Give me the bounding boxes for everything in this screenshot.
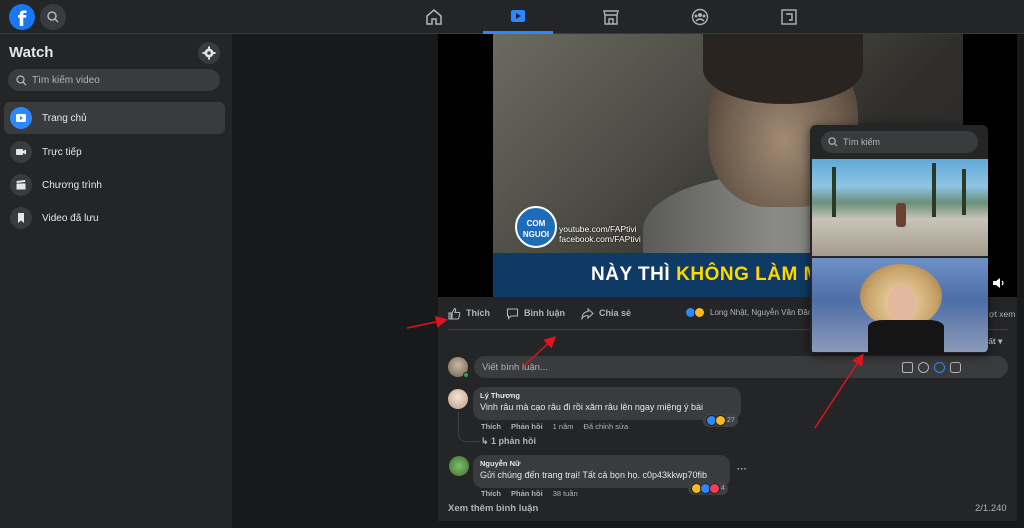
marketplace-icon — [603, 10, 619, 25]
page-title: Watch — [9, 44, 54, 61]
settings-button[interactable] — [198, 42, 220, 64]
comment-like-link[interactable]: Thích — [481, 489, 501, 498]
comment-meta: Thích Phản hồi 1 năm Đã chỉnh sửa — [481, 422, 628, 431]
palm-tree — [832, 167, 836, 217]
tab-home[interactable] — [399, 0, 469, 34]
edited-label: Đã chỉnh sửa — [583, 422, 629, 431]
sidebar-item-label: Trực tiếp — [42, 146, 82, 158]
comment-reply-link[interactable]: Phản hồi — [511, 489, 543, 498]
palm-tree — [932, 163, 936, 217]
comment-bubble: Lý Thương Vinh râu mà cạo râu đi rồi xăm… — [473, 387, 741, 420]
thumbs-up-icon — [448, 307, 461, 320]
sidebar-item-shows[interactable]: Chương trình — [4, 169, 225, 201]
haha-reaction-icon — [694, 307, 705, 318]
post-actions: Thích Bình luận Chia sẻ — [448, 303, 631, 323]
attach-sticker-icon[interactable] — [950, 361, 961, 373]
sticker-icon[interactable] — [902, 361, 913, 373]
watch-sidebar: Watch Trang chủ Trực tiếp Chương trình V… — [0, 34, 232, 528]
sidebar-item-label: Trang chủ — [42, 112, 87, 124]
comment-input[interactable] — [482, 361, 902, 373]
sidebar-item-label: Video đã lưu — [42, 212, 99, 224]
gif-icon[interactable] — [934, 361, 945, 373]
avatar[interactable] — [449, 456, 469, 476]
comment-timestamp[interactable]: 38 tuần — [553, 489, 578, 498]
comment-button[interactable]: Bình luận — [506, 307, 565, 320]
comment-reactions[interactable]: 4 — [688, 482, 728, 495]
view-count: ợt xem — [989, 309, 1016, 319]
comment-options-button[interactable]: ··· — [737, 464, 747, 475]
tab-watch[interactable] — [483, 0, 553, 34]
comment-like-link[interactable]: Thích — [481, 422, 501, 431]
comment-input-container[interactable] — [474, 356, 1008, 378]
commenter-name[interactable]: Nguyễn Nữ — [480, 459, 723, 468]
channel-logo: COM NGUOI — [515, 206, 557, 248]
emoji-icon[interactable] — [918, 361, 929, 373]
tab-groups[interactable] — [665, 0, 735, 34]
channel-watermark: youtube.com/FAPtivi facebook.com/FAPtivi — [559, 224, 641, 244]
comment-text: Gửi chúng đến trang trại! Tất cả bọn họ.… — [480, 470, 707, 480]
sidebar-item-live[interactable]: Trực tiếp — [4, 136, 225, 168]
tab-marketplace[interactable] — [576, 0, 646, 34]
online-status-dot — [463, 372, 469, 378]
gif-search-box[interactable] — [821, 131, 978, 153]
tab-gaming[interactable] — [754, 0, 824, 34]
video-search-input[interactable] — [32, 74, 212, 86]
gif-person-face — [888, 286, 916, 320]
watch-icon — [511, 9, 525, 22]
bookmark-icon — [10, 207, 32, 229]
volume-button[interactable] — [992, 276, 1006, 293]
gif-person — [896, 203, 906, 227]
comment-reply-link[interactable]: Phản hồi — [511, 422, 543, 431]
video-search-box[interactable] — [8, 69, 220, 91]
like-button[interactable]: Thích — [448, 307, 490, 320]
top-navigation-bar: f — [0, 0, 1024, 34]
video-person-hair — [703, 34, 863, 104]
speaker-icon — [993, 278, 1004, 288]
reaction-summary[interactable]: Long Nhật, Nguyễn Văn Đăng — [685, 307, 817, 318]
share-button[interactable]: Chia sẻ — [581, 307, 631, 320]
gif-thumbnail[interactable] — [812, 258, 988, 353]
love-reaction-icon — [709, 483, 720, 494]
search-icon — [828, 137, 838, 147]
facebook-logo[interactable]: f — [9, 4, 35, 30]
comment-reactions[interactable]: 27 — [703, 414, 738, 427]
commenter-name[interactable]: Lý Thương — [480, 391, 734, 400]
groups-icon — [691, 8, 709, 26]
sidebar-item-saved[interactable]: Video đã lưu — [4, 202, 225, 234]
avatar[interactable] — [448, 357, 469, 378]
avatar[interactable] — [448, 389, 468, 409]
gaming-icon — [781, 9, 797, 25]
play-icon — [10, 107, 32, 129]
comment-composer — [448, 355, 1008, 379]
sidebar-item-label: Chương trình — [42, 179, 102, 191]
gif-search-input[interactable] — [843, 137, 963, 147]
reaction-names: Long Nhật, Nguyễn Văn Đăng — [710, 308, 817, 317]
see-more-comments-link[interactable]: Xem thêm bình luận — [448, 503, 538, 514]
gear-icon — [202, 46, 216, 60]
comment-timestamp[interactable]: 1 năm — [553, 422, 574, 431]
search-icon — [16, 74, 27, 85]
gif-picker-popup — [810, 125, 988, 353]
clapperboard-icon — [10, 174, 32, 196]
live-camera-icon — [10, 141, 32, 163]
home-icon — [426, 9, 442, 25]
gif-thumbnail[interactable] — [812, 159, 988, 256]
comment-bubble-icon — [506, 307, 519, 320]
haha-reaction-icon — [715, 415, 726, 426]
search-icon — [47, 11, 59, 23]
share-arrow-icon — [581, 307, 594, 320]
view-replies-link[interactable]: ↳ 1 phản hồi — [481, 436, 536, 447]
palm-tree — [962, 169, 966, 215]
comment-meta: Thích Phản hồi 38 tuần — [481, 489, 578, 498]
gif-person-body — [868, 320, 944, 353]
comment-text: Vinh râu mà cạo râu đi rồi xăm râu lên n… — [480, 402, 703, 412]
sidebar-item-home[interactable]: Trang chủ — [4, 102, 225, 134]
search-button[interactable] — [40, 4, 66, 30]
comment-count: 2/1.240 — [975, 503, 1007, 514]
reply-thread-line — [458, 412, 480, 442]
